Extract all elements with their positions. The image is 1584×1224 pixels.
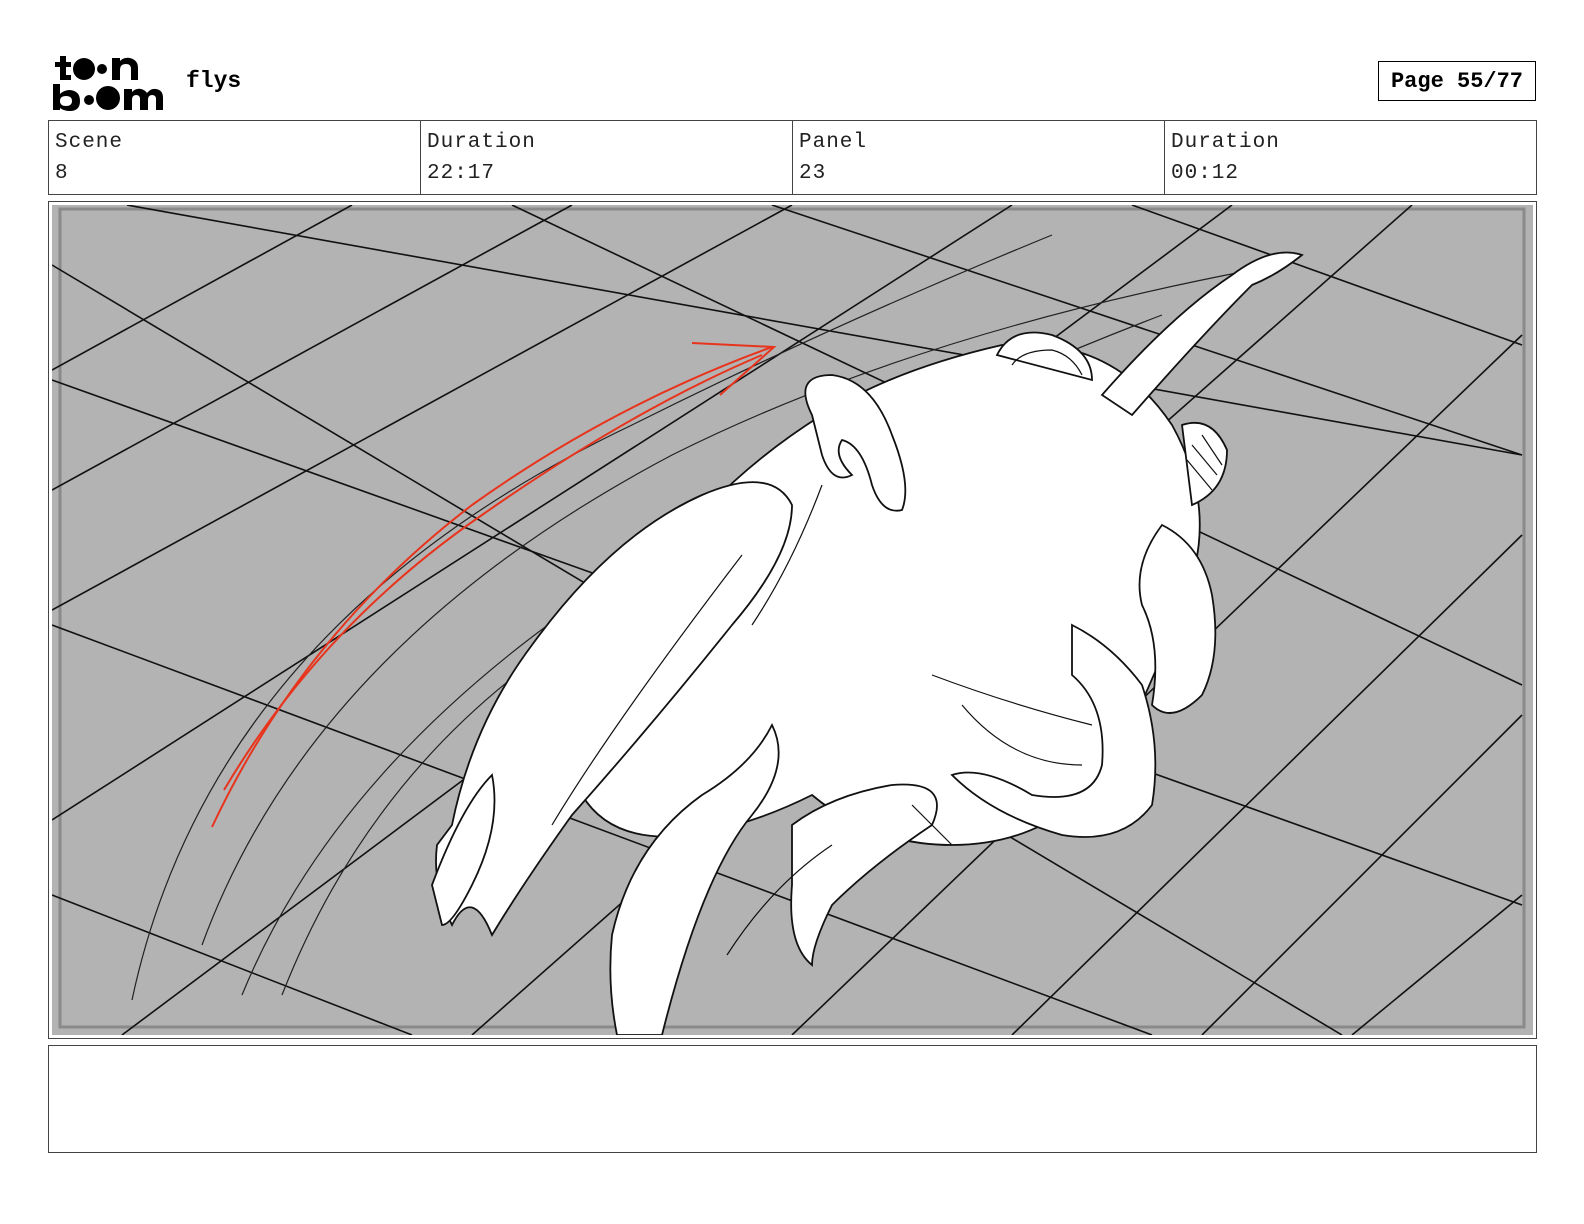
panel-duration-cell: Duration 00:12 [1165,121,1536,194]
storyboard-sketch-icon [52,205,1533,1035]
toonboom-logo [52,52,164,112]
scene-duration-value: 22:17 [427,162,496,185]
scene-cell: Scene 8 [49,121,421,194]
panel-image [52,205,1533,1035]
panel-duration-label: Duration [1171,131,1280,154]
scene-label: Scene [55,131,124,154]
panel-cell: Panel 23 [793,121,1165,194]
scene-value: 8 [55,162,69,185]
scene-duration-label: Duration [427,131,536,154]
panel-duration-value: 00:12 [1171,162,1240,185]
scene-info-table: Scene 8 Duration 22:17 Panel 23 Duration… [48,120,1537,195]
notes-box[interactable] [48,1045,1537,1153]
scene-duration-cell: Duration 22:17 [421,121,793,194]
panel-label: Panel [799,131,868,154]
storyboard-panel [48,201,1537,1039]
page-number: Page 55/77 [1378,61,1536,101]
project-title: flys [186,68,242,94]
panel-value: 23 [799,162,827,185]
